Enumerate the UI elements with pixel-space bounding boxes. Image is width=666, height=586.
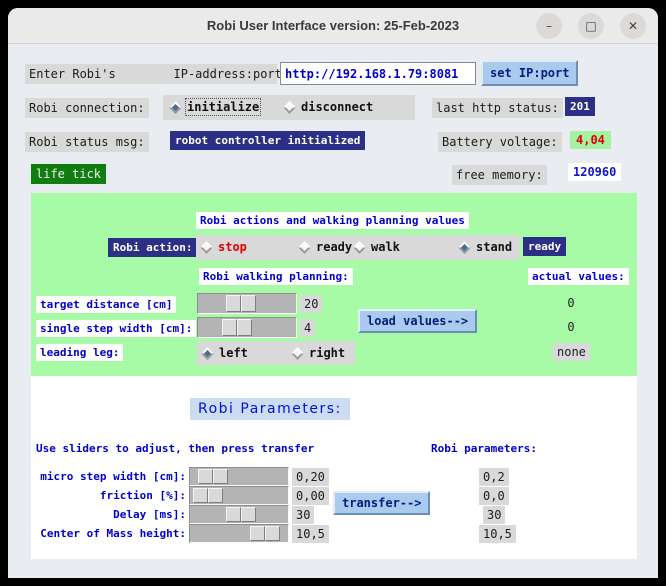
target-distance-actual: 0 <box>567 296 575 310</box>
step-width-value: 4 <box>300 319 316 337</box>
com-height-label: Center of Mass height: <box>40 527 186 540</box>
com-height-slider[interactable] <box>189 524 289 543</box>
delay-label: Delay [ms]: <box>113 508 186 521</box>
friction-actual: 0,0 <box>479 487 509 505</box>
radio-stand[interactable]: stand <box>458 240 513 254</box>
radio-walk[interactable]: walk <box>353 240 400 254</box>
radio-initialize-label: initialize <box>184 98 262 116</box>
window-content: Enter Robi's IP-address:port set IP:port… <box>8 45 658 578</box>
robi-action-label: Robi action: <box>108 238 198 257</box>
ip-address-input[interactable] <box>280 62 476 85</box>
instruction-label: Use sliders to adjust, then press transf… <box>36 442 315 455</box>
minimize-icon: – <box>546 19 552 33</box>
minimize-button[interactable]: – <box>536 13 562 39</box>
target-distance-value: 20 <box>300 295 323 313</box>
set-ip-button[interactable]: set IP:port <box>481 60 579 86</box>
friction-label: friction [%]: <box>99 489 186 502</box>
action-radio-group: stop ready walk stand <box>196 235 520 260</box>
slider-handle[interactable] <box>250 526 280 541</box>
parameters-heading: Robi Parameters: <box>190 398 350 420</box>
radio-unselected-icon <box>283 100 296 114</box>
step-width-slider[interactable] <box>197 317 297 338</box>
close-button[interactable]: ✕ <box>620 13 646 39</box>
radio-right[interactable]: right <box>291 346 346 360</box>
radio-initialize[interactable]: initialize <box>169 98 262 116</box>
connection-radio-group: initialize disconnect <box>163 95 415 120</box>
leading-leg-radio-group: left right <box>197 341 355 365</box>
target-distance-slider[interactable] <box>197 293 297 314</box>
radio-left[interactable]: left <box>201 346 248 360</box>
parameters-panel: Robi Parameters: Use sliders to adjust, … <box>31 376 637 559</box>
com-height-value: 10,5 <box>292 525 329 543</box>
app-window: Robi User Interface version: 25-Feb-2023… <box>8 8 658 578</box>
leading-leg-label: leading leg: <box>36 344 124 361</box>
actual-values-heading: actual values: <box>528 268 629 285</box>
load-values-button[interactable]: load values--> <box>358 309 478 333</box>
battery-label: Battery voltage: <box>438 132 562 152</box>
life-tick-badge: life tick <box>31 164 107 184</box>
micro-step-value: 0,20 <box>292 468 329 486</box>
radio-disconnect-label: disconnect <box>301 100 374 114</box>
friction-slider[interactable] <box>189 486 289 505</box>
micro-step-label: micro step width [cm]: <box>40 470 186 483</box>
action-status-badge: ready <box>523 237 567 256</box>
status-msg-label: Robi status msg: <box>25 132 149 152</box>
delay-actual: 30 <box>483 506 506 524</box>
slider-handle[interactable] <box>222 319 252 336</box>
planning-heading: Robi walking planning: <box>199 268 353 285</box>
last-http-status-label: last http status: <box>432 98 563 118</box>
slider-handle[interactable] <box>193 488 223 503</box>
maximize-button[interactable]: □ <box>578 13 604 39</box>
step-width-actual: 0 <box>567 320 575 334</box>
transfer-button[interactable]: transfer--> <box>333 491 431 515</box>
maximize-icon: □ <box>585 19 597 33</box>
close-icon: ✕ <box>627 19 639 33</box>
radio-ready-label: ready <box>316 240 353 254</box>
radio-stand-label: stand <box>476 240 513 254</box>
free-memory-label: free memory: <box>452 165 547 185</box>
radio-unselected-icon <box>291 346 304 360</box>
step-width-label: single step width [cm]: <box>36 320 197 337</box>
radio-selected-icon <box>458 240 471 254</box>
radio-right-label: right <box>309 346 346 360</box>
radio-unselected-icon <box>298 240 311 254</box>
ip-entry-label: Enter Robi's IP-address:port <box>25 64 282 84</box>
titlebar[interactable]: Robi User Interface version: 25-Feb-2023… <box>8 8 658 44</box>
radio-unselected-icon <box>200 240 213 254</box>
micro-step-actual: 0,2 <box>479 468 509 486</box>
target-distance-label: target distance [cm] <box>36 296 177 313</box>
radio-stop[interactable]: stop <box>200 240 247 254</box>
slider-handle[interactable] <box>226 295 256 312</box>
status-msg-badge: robot controller initialized <box>170 131 366 150</box>
radio-stop-label: stop <box>218 240 247 254</box>
actions-heading: Robi actions and walking planning values <box>196 212 469 229</box>
delay-value: 30 <box>292 506 315 524</box>
radio-left-label: left <box>219 346 248 360</box>
connection-label: Robi connection: <box>25 98 149 118</box>
micro-step-slider[interactable] <box>189 467 289 486</box>
slider-handle[interactable] <box>226 507 256 522</box>
radio-ready[interactable]: ready <box>298 240 353 254</box>
radio-selected-icon <box>201 346 214 360</box>
actions-panel: Robi actions and walking planning values… <box>31 193 637 376</box>
free-memory-value: 120960 <box>568 163 622 181</box>
delay-slider[interactable] <box>189 505 289 524</box>
radio-unselected-icon <box>353 240 366 254</box>
com-height-actual: 10,5 <box>479 525 516 543</box>
robi-parameters-label: Robi parameters: <box>431 442 537 455</box>
radio-walk-label: walk <box>371 240 400 254</box>
leading-leg-actual: none <box>553 343 590 361</box>
radio-disconnect[interactable]: disconnect <box>283 100 374 114</box>
http-status-badge: 201 <box>565 97 595 116</box>
friction-value: 0,00 <box>292 487 329 505</box>
radio-selected-icon <box>169 100 182 114</box>
battery-value: 4,04 <box>570 131 611 149</box>
slider-handle[interactable] <box>198 469 228 484</box>
